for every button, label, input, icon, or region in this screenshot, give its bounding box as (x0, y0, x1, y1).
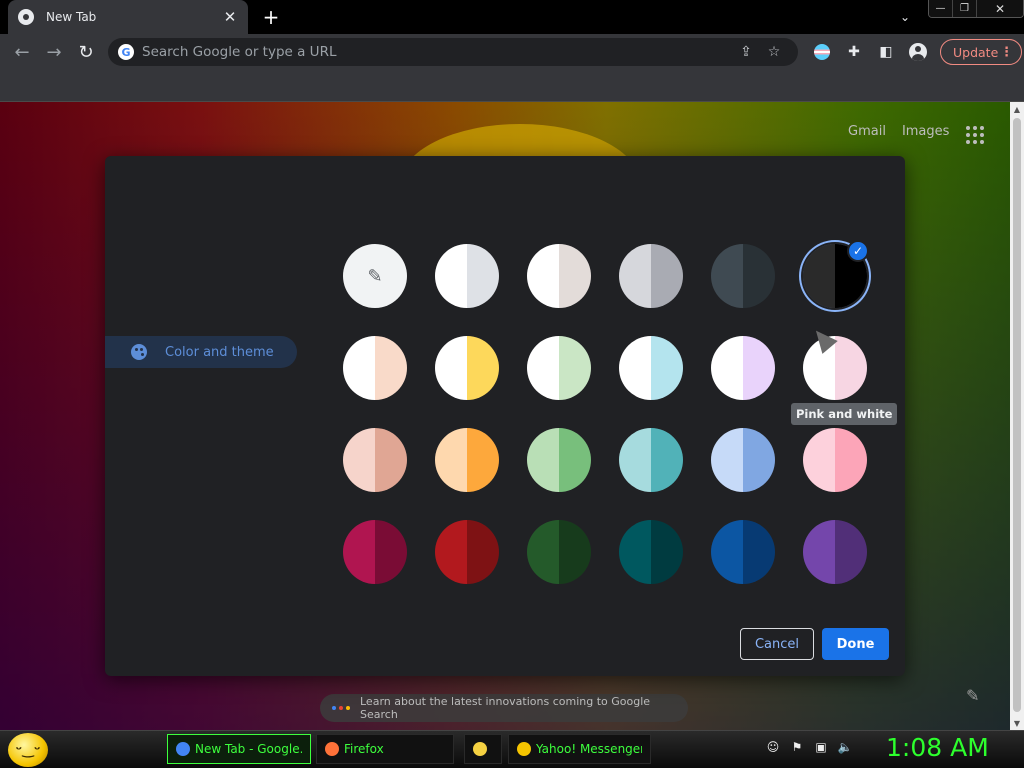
tray-icon[interactable]: ▣ (813, 739, 829, 755)
tray-icon[interactable]: 🔈 (837, 739, 853, 755)
selected-check-icon: ✓ (847, 240, 869, 262)
trans-flag-icon (814, 44, 830, 60)
task-label: Firefox (344, 742, 384, 756)
screen: New Tab ✕ + ⌄ — ❐ ✕ ← → ↻ G Search Googl… (0, 0, 1024, 768)
back-button[interactable]: ← (6, 36, 38, 68)
reload-button[interactable]: ↻ (70, 36, 102, 68)
swatch-dark-red-orange[interactable] (435, 520, 499, 584)
google-apps-icon[interactable] (966, 126, 984, 144)
task-app-icon (517, 742, 531, 756)
swatch-green-white[interactable] (527, 336, 591, 400)
images-link[interactable]: Images (902, 124, 950, 139)
swatch-dark-pink-red[interactable] (343, 520, 407, 584)
gmail-link[interactable]: Gmail (848, 124, 886, 139)
promo-pill[interactable]: Learn about the latest innovations comin… (320, 694, 688, 722)
page-scrollbar[interactable]: ▲ ▼ (1010, 102, 1024, 730)
promo-text: Learn about the latest innovations comin… (360, 695, 651, 721)
done-button[interactable]: Done (822, 628, 889, 660)
tab-close-icon[interactable]: ✕ (222, 8, 238, 26)
restore-button[interactable]: ❐ (953, 0, 977, 17)
task-app-icon (473, 742, 487, 756)
scroll-up-icon[interactable]: ▲ (1010, 102, 1024, 116)
tray-icon[interactable]: ⚑ (789, 739, 805, 755)
avatar-icon (909, 43, 927, 61)
swatch-dark-beige[interactable] (343, 428, 407, 492)
pencil-icon[interactable]: ✎ (966, 686, 979, 705)
tab-strip: New Tab ✕ + ⌄ — ❐ ✕ (0, 0, 1024, 34)
swatch-pink-white[interactable] (803, 336, 867, 400)
menu-dots-icon: ⋮ (1000, 44, 1013, 60)
system-tray: ☺ ⚑ ▣ 🔈 (765, 739, 853, 755)
google-dots-icon (332, 706, 350, 710)
taskbar-task[interactable] (464, 734, 502, 764)
share-icon[interactable]: ⇪ (732, 44, 760, 60)
chrome-favicon-icon (18, 9, 34, 25)
task-app-icon (325, 742, 339, 756)
browser-toolbar: ← → ↻ G Search Google or type a URL ⇪ ☆ … (0, 34, 1024, 70)
swatch-light-green[interactable] (527, 428, 591, 492)
palette-icon (131, 344, 147, 360)
update-button[interactable]: Update ⋮ (940, 39, 1022, 65)
swatch-dark-blue[interactable] (711, 520, 775, 584)
task-label: Yahoo! Messenger (536, 742, 642, 756)
swatch-orange[interactable] (435, 428, 499, 492)
profile-button[interactable] (902, 38, 934, 66)
eyedropper-swatch[interactable]: ✎ (343, 244, 407, 308)
nav-color-and-theme[interactable]: Color and theme (105, 336, 297, 368)
google-g-icon: G (118, 44, 134, 60)
taskbar-task[interactable]: New Tab - Google... (167, 734, 311, 764)
nav-color-and-theme-label: Color and theme (165, 344, 274, 360)
profile-flag-button[interactable] (806, 38, 838, 66)
ntp-links: Gmail Images (848, 124, 949, 139)
swatch-purple[interactable] (803, 520, 867, 584)
swatch-light-purple-white[interactable] (711, 336, 775, 400)
swatch-light-teal-white[interactable] (619, 336, 683, 400)
swatch-grey-white[interactable] (435, 244, 499, 308)
eyedropper-icon: ✎ (367, 265, 383, 287)
taskbar: ᵕ‿ᵕ New Tab - Google... Firefox Yahoo! Mes… (0, 730, 1024, 768)
bookmark-star-icon[interactable]: ☆ (760, 44, 788, 60)
omnibox[interactable]: G Search Google or type a URL ⇪ ☆ (108, 38, 798, 66)
window-controls: — ❐ ✕ (928, 0, 1024, 18)
clock: 1:08 AM (886, 733, 989, 762)
swatch-light-blue[interactable] (711, 428, 775, 492)
side-panel-icon[interactable]: ◧ (870, 38, 902, 66)
customize-dialog: Color and theme ✎ ✓ Pink and white Cancel… (105, 156, 905, 676)
task-label: New Tab - Google... (195, 742, 302, 756)
toolbar-right: ✚ ◧ Update ⋮ (806, 38, 1022, 66)
tab-new-tab[interactable]: New Tab ✕ (8, 0, 248, 34)
swatch-yellow-white[interactable] (435, 336, 499, 400)
swatch-beige-white[interactable] (343, 336, 407, 400)
task-app-icon (176, 742, 190, 756)
taskbar-task[interactable]: Yahoo! Messenger (508, 734, 651, 764)
new-tab-button[interactable]: + (258, 4, 284, 30)
tab-title: New Tab (46, 10, 97, 24)
omnibox-input[interactable]: Search Google or type a URL (142, 44, 732, 60)
cancel-button[interactable]: Cancel (740, 628, 814, 660)
swatch-dark-green[interactable] (527, 520, 591, 584)
swatch-blue-grey[interactable] (711, 244, 775, 308)
swatch-dark-teal[interactable] (619, 520, 683, 584)
update-label: Update (953, 44, 999, 60)
scroll-down-icon[interactable]: ▼ (1010, 716, 1024, 730)
forward-button[interactable]: → (38, 36, 70, 68)
close-window-button[interactable]: ✕ (977, 0, 1023, 17)
swatch-tooltip: Pink and white (791, 403, 898, 425)
scroll-thumb[interactable] (1013, 118, 1021, 712)
bookmark-bar (0, 70, 1024, 102)
tray-icon[interactable]: ☺ (765, 739, 781, 755)
swatch-light-teal[interactable] (619, 428, 683, 492)
tab-search-icon[interactable]: ⌄ (893, 6, 917, 28)
swatch-cool-grey[interactable] (619, 244, 683, 308)
taskbar-task[interactable]: Firefox (316, 734, 454, 764)
start-smiley-icon[interactable]: ᵕ‿ᵕ (8, 733, 48, 767)
swatch-light-pink[interactable] (803, 428, 867, 492)
minimize-button[interactable]: — (929, 0, 953, 17)
extensions-icon[interactable]: ✚ (838, 38, 870, 66)
swatch-warm-grey[interactable] (527, 244, 591, 308)
